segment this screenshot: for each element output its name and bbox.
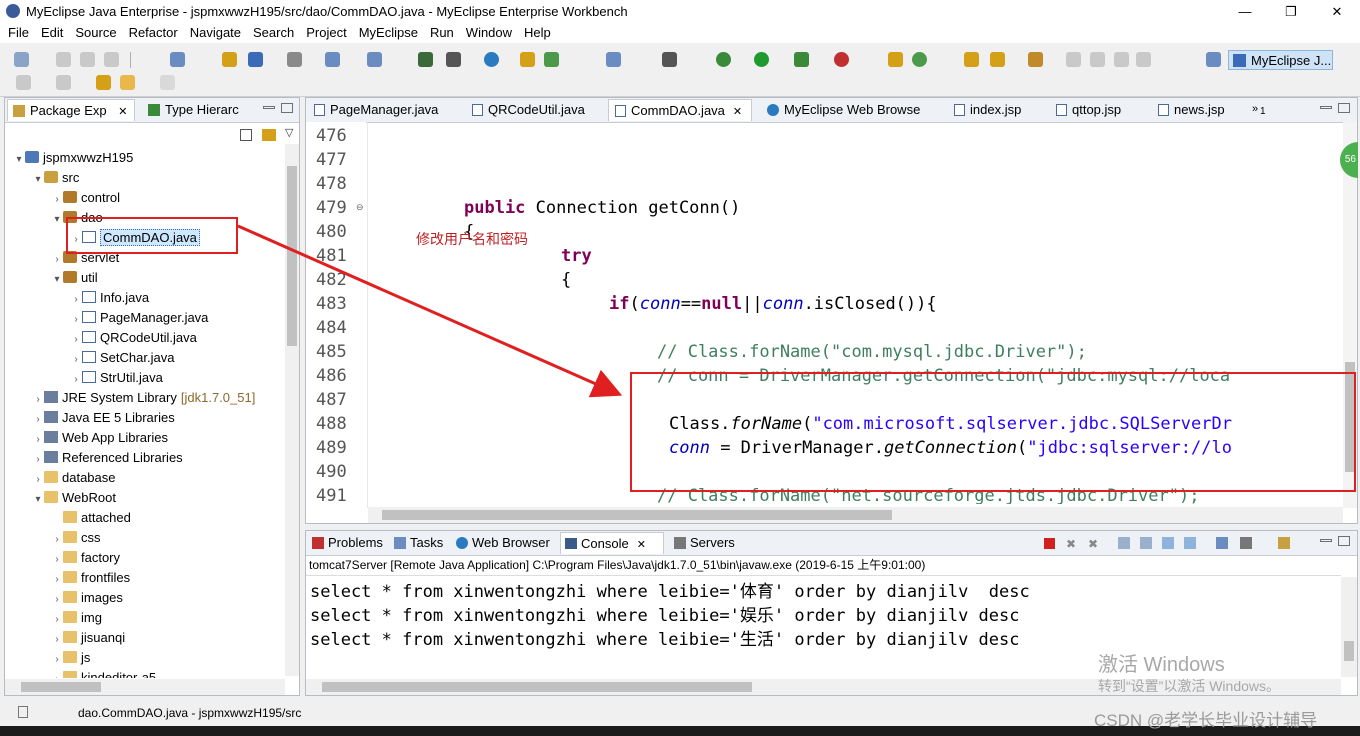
activate-windows-subtitle: 转到“设置”以激活 Windows。 (1098, 678, 1281, 694)
annotation-arrow (237, 224, 623, 398)
csdn-watermark: CSDN @老学长毕业设计辅导 (1094, 711, 1318, 730)
activate-windows-title: 激活 Windows (1098, 654, 1225, 676)
